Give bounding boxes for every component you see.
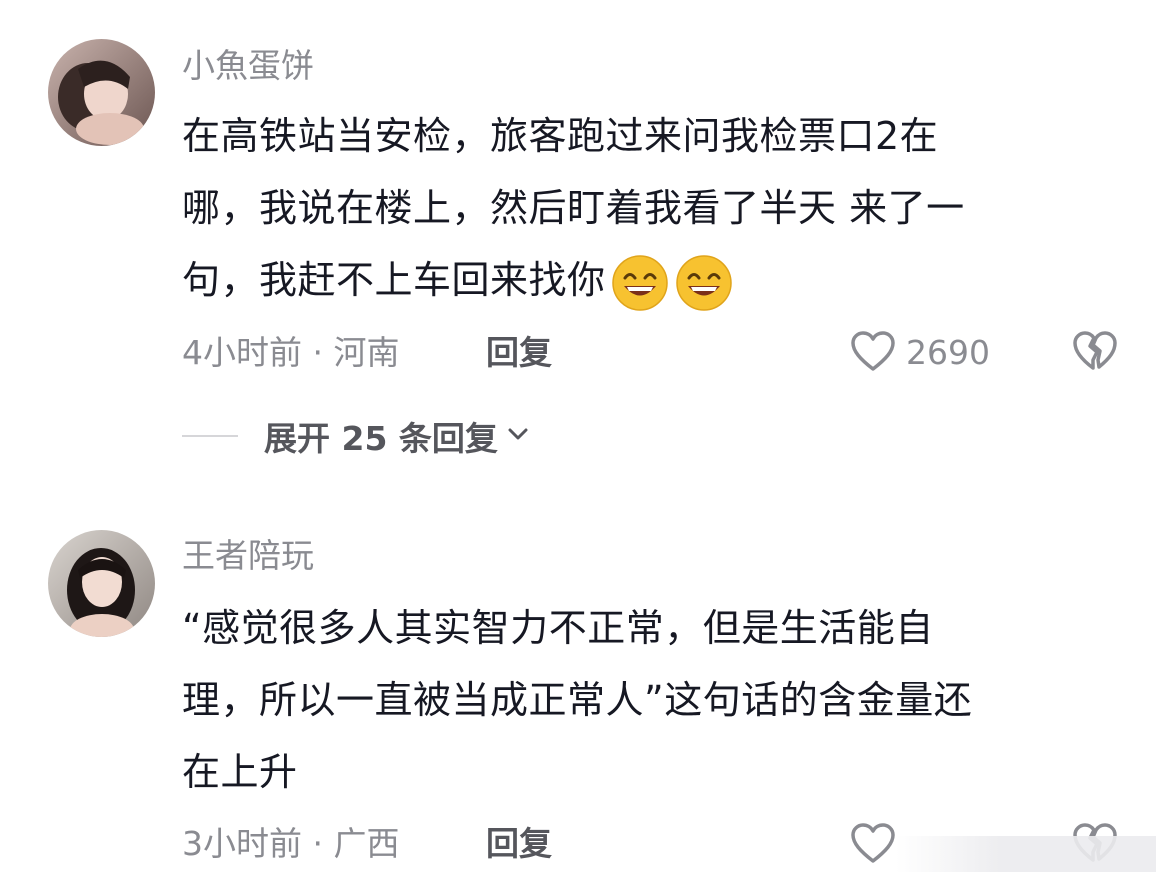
comment-item: 小魚蛋饼 在高铁站当安检，旅客跑过来问我检票口2在 哪，我说在楼上，然后盯着我看…	[0, 0, 1170, 480]
comment-text-segment: 句，我赶不上车回来找你	[182, 258, 606, 302]
expand-replies-button[interactable]: 展开 25 条回复	[182, 412, 530, 460]
comment-text-line: 理，所以一直被当成正常人”这句话的含金量还	[182, 678, 973, 722]
like-count: 2690	[906, 333, 990, 372]
broken-heart-icon	[1072, 331, 1118, 376]
divider	[182, 435, 238, 437]
comment-text-line: “感觉很多人其实智力不正常，但是生活能自	[182, 606, 934, 650]
reply-button[interactable]: 回复	[486, 824, 552, 864]
comment-item: 王者陪玩 “感觉很多人其实智力不正常，但是生活能自 理，所以一直被当成正常人”这…	[0, 480, 1170, 880]
comment-text: 在高铁站当安检，旅客跑过来问我检票口2在 哪，我说在楼上，然后盯着我看了半天 来…	[182, 100, 1092, 316]
avatar[interactable]	[48, 39, 155, 146]
comment-time-location: 4小时前 · 河南	[182, 333, 400, 372]
comment-text-line: 在上升	[182, 750, 298, 794]
expand-replies-label: 展开 25 条回复	[264, 419, 498, 458]
reply-button[interactable]: 回复	[486, 333, 552, 373]
chevron-down-icon	[506, 426, 530, 446]
comment-text-line: 句，我赶不上车回来找你	[182, 244, 1092, 316]
like-button[interactable]	[850, 822, 896, 868]
comment-text-line: 在高铁站当安检，旅客跑过来问我检票口2在	[182, 114, 939, 158]
grin-emoji-icon	[674, 253, 734, 313]
avatar[interactable]	[48, 530, 155, 637]
comment-username[interactable]: 王者陪玩	[182, 536, 314, 576]
dislike-button[interactable]	[1072, 330, 1118, 376]
like-button[interactable]: 2690	[850, 330, 990, 376]
watermark-overlay	[896, 836, 1156, 872]
heart-outline-icon	[850, 330, 896, 376]
grin-emoji-icon	[610, 253, 670, 313]
comment-time-location: 3小时前 · 广西	[182, 824, 400, 863]
comment-text-line: 哪，我说在楼上，然后盯着我看了半天 来了一	[182, 186, 965, 230]
comment-text: “感觉很多人其实智力不正常，但是生活能自 理，所以一直被当成正常人”这句话的含金…	[182, 592, 1092, 808]
comment-username[interactable]: 小魚蛋饼	[182, 46, 314, 86]
heart-outline-icon	[850, 822, 896, 868]
